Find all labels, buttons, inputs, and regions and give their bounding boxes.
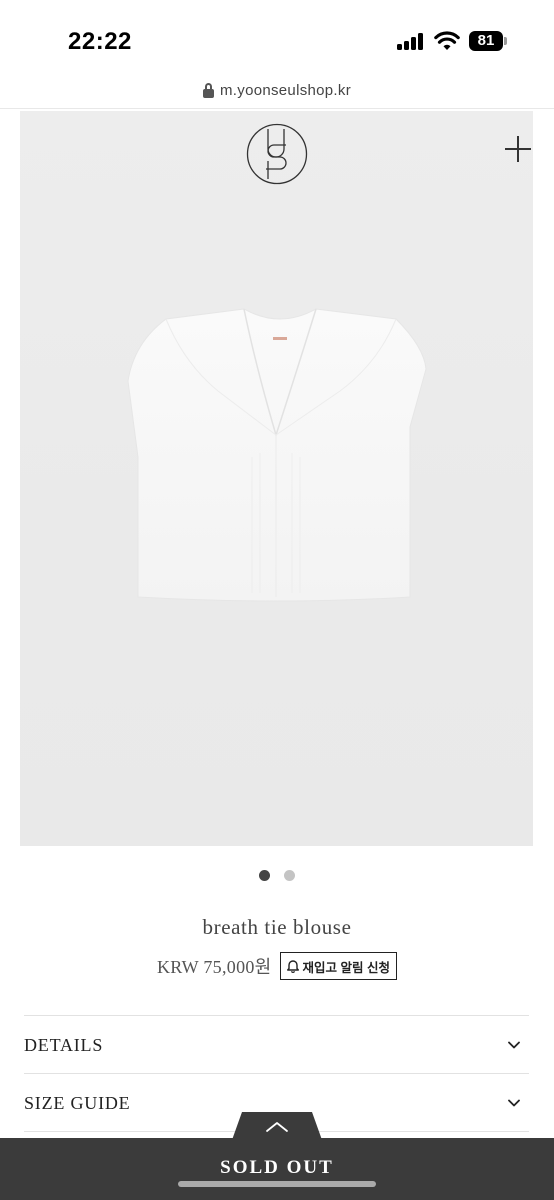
chevron-down-icon <box>508 1041 520 1049</box>
expand-panel-tab[interactable] <box>232 1112 322 1140</box>
restock-button-label: 재입고 알림 신청 <box>302 960 390 975</box>
product-price: KRW 75,000원 <box>157 957 272 977</box>
carousel-dot-2[interactable] <box>284 870 296 881</box>
divider <box>24 1015 529 1016</box>
divider <box>24 1073 529 1074</box>
sold-out-label: SOLD OUT <box>220 1157 334 1178</box>
battery-icon: 81 <box>469 31 507 51</box>
carousel-dot-1[interactable] <box>258 870 270 881</box>
accordion-details[interactable]: DETAILS <box>24 1017 529 1073</box>
url-text: m.yoonseulshop.kr <box>220 82 351 99</box>
cellular-signal-icon <box>397 33 425 50</box>
address-bar[interactable]: m.yoonseulshop.kr <box>0 78 554 108</box>
divider <box>0 108 554 109</box>
lock-icon <box>203 83 214 98</box>
status-bar: 22:22 81 <box>0 0 554 80</box>
status-time: 22:22 <box>68 28 132 55</box>
plus-icon[interactable] <box>505 136 531 162</box>
wifi-icon <box>434 31 460 50</box>
accordion-label-size-guide: SIZE GUIDE <box>24 1092 131 1113</box>
product-name: breath tie blouse <box>202 915 352 939</box>
brand-logo-icon[interactable] <box>246 123 308 185</box>
carousel-dots <box>0 868 554 886</box>
restock-alert-button[interactable]: 재입고 알림 신청 <box>279 952 397 980</box>
product-image[interactable] <box>20 111 533 846</box>
battery-level: 81 <box>469 31 503 51</box>
chevron-down-icon <box>508 1099 520 1107</box>
price-row: KRW 75,000원 재입고 알림 신청 <box>0 952 554 980</box>
home-indicator <box>178 1181 376 1187</box>
bell-icon <box>286 959 299 973</box>
accordion-label-details: DETAILS <box>24 1034 104 1055</box>
blouse-photo <box>127 308 427 602</box>
